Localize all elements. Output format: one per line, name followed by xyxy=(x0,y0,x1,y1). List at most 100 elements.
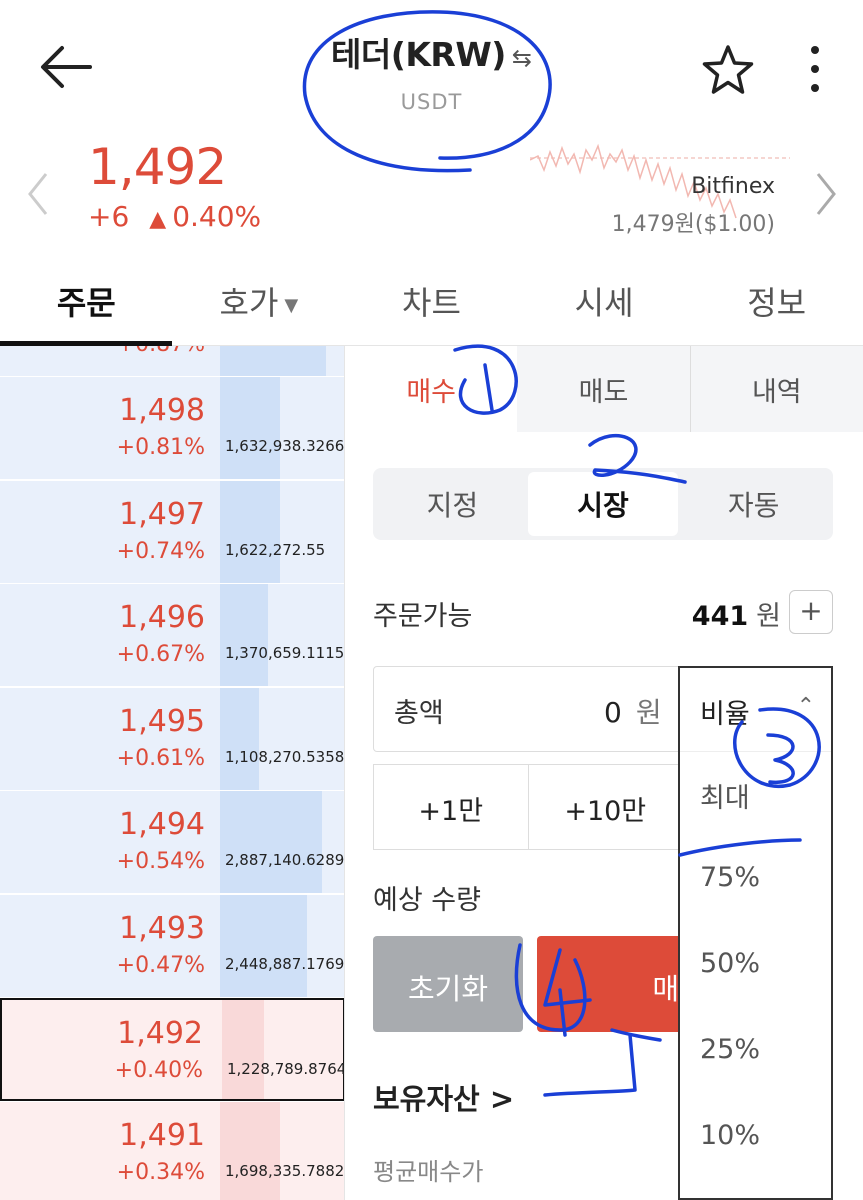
row-volume: 1,228,789.8764 xyxy=(227,1060,345,1078)
volume-bar xyxy=(220,1101,280,1200)
volume-bar xyxy=(222,1000,264,1099)
orderbook-row-current[interactable]: 1,492 +0.40% 1,228,789.8764 xyxy=(0,998,345,1101)
row-pct: +0.67% xyxy=(116,642,205,667)
row-volume: 2,448,887.1769 xyxy=(225,954,345,973)
order-side-tabs: 매수 매도 내역 xyxy=(345,346,863,432)
row-price: 1,491 xyxy=(119,1117,205,1153)
tab-orderbook[interactable]: 호가 ▼ xyxy=(173,258,346,345)
page-title: 테더(KRW) xyxy=(331,35,506,74)
row-price: 1,493 xyxy=(119,910,205,946)
add-10k-button[interactable]: +1만 xyxy=(374,765,528,849)
tab-history[interactable]: 내역 xyxy=(689,346,863,432)
holdings-link[interactable]: 보유자산 > xyxy=(373,1076,514,1118)
avg-buy-price-label: 평균매수가 xyxy=(373,1158,484,1186)
volume-bar xyxy=(220,687,259,790)
volume-bar xyxy=(220,480,280,583)
orderbook-row[interactable]: 1,494 +0.54% 2,887,140.6289 xyxy=(0,791,344,894)
row-pct: +0.81% xyxy=(116,435,205,460)
total-amount: 0원 xyxy=(604,691,662,731)
volume-bar xyxy=(220,791,322,893)
row-volume: 1,108,270.5358 xyxy=(225,747,345,766)
orderbook-row[interactable]: 1,497 +0.74% 1,622,272.55 xyxy=(0,480,344,584)
ratio-option-75[interactable]: 75% xyxy=(680,838,831,924)
caret-down-icon: ▼ xyxy=(284,294,299,316)
exchange-price: 1,479원($1.00) xyxy=(611,212,775,237)
row-volume: 1,632,938.3266 xyxy=(225,437,345,455)
orderbook-row[interactable]: 1,498 +0.81% 1,632,938.3266 xyxy=(0,377,345,480)
reset-button[interactable]: 초기화 xyxy=(373,936,523,1032)
tab-label: 호가 xyxy=(219,284,279,322)
ratio-dropdown[interactable]: 비율 ⌃ 최대 75% 50% 25% 10% xyxy=(678,666,833,1200)
quick-amount-buttons: +1만 +10만 xyxy=(373,764,683,850)
volume-bar xyxy=(220,377,280,479)
orderbook-row[interactable]: 1,496 +0.67% 1,370,659.1115 xyxy=(0,584,345,687)
tab-order[interactable]: 주문 xyxy=(0,258,173,346)
deposit-plus-button[interactable]: + xyxy=(789,590,833,634)
row-volume: 1,622,272.55 xyxy=(225,540,326,559)
type-limit[interactable]: 지정 xyxy=(377,472,528,536)
price-change: +6 ▲ 0.40% xyxy=(88,200,261,233)
available-amount: 441 원 xyxy=(692,594,781,633)
row-pct: +0.54% xyxy=(116,849,205,874)
orderbook-row[interactable]: 1,491 +0.34% 1,698,335.7882 xyxy=(0,1101,345,1200)
main-tabs: 주문 호가 ▼ 차트 시세 정보 xyxy=(0,258,863,346)
available-unit: 원 xyxy=(756,601,781,632)
tab-chart[interactable]: 차트 xyxy=(345,258,518,345)
ratio-option-50[interactable]: 50% xyxy=(680,924,831,1010)
row-price: 1,495 xyxy=(119,703,205,739)
orderbook-row-partial[interactable]: +0.87% xyxy=(0,346,344,377)
current-price: 1,492 xyxy=(88,138,227,196)
more-vertical-icon[interactable] xyxy=(800,44,830,94)
chevron-left-icon[interactable] xyxy=(24,170,52,218)
tab-market[interactable]: 시세 xyxy=(518,258,691,345)
order-panel: 매수 매도 내역 지정 시장 자동 주문가능 441 원 + 총액 0원 +1만 … xyxy=(345,346,863,1200)
row-price: 1,498 xyxy=(119,393,205,428)
row-volume: 1,698,335.7882 xyxy=(225,1161,345,1180)
volume-bar xyxy=(220,894,307,997)
star-icon[interactable] xyxy=(700,42,756,98)
type-market[interactable]: 시장 xyxy=(527,472,679,536)
tab-label: 정보 xyxy=(747,284,807,322)
ratio-label: 비율 xyxy=(700,699,750,730)
buy-button[interactable]: 매 xyxy=(537,936,697,1032)
app-header: 테더(KRW) ⇆ USDT xyxy=(0,0,863,135)
chevron-right-icon[interactable] xyxy=(812,170,840,218)
tab-label: 차트 xyxy=(402,284,461,322)
ratio-dropdown-header[interactable]: 비율 ⌃ xyxy=(680,668,831,752)
volume-bar xyxy=(220,584,268,686)
orderbook-row[interactable]: 1,495 +0.61% 1,108,270.5358 xyxy=(0,687,345,791)
tab-label: 주문 xyxy=(56,284,116,322)
chevron-up-icon: ⌃ xyxy=(796,694,815,719)
row-price: 1,492 xyxy=(117,1016,203,1051)
orderbook-row[interactable]: 1,493 +0.47% 2,448,887.1769 xyxy=(0,894,345,998)
tab-info[interactable]: 정보 xyxy=(690,258,863,345)
swap-icon[interactable]: ⇆ xyxy=(512,44,532,72)
tab-label: 시세 xyxy=(574,284,634,322)
row-pct: +0.47% xyxy=(116,952,205,978)
orderbook[interactable]: +0.87% 1,498 +0.81% 1,632,938.3266 1,497 +0.… xyxy=(0,346,345,1200)
estimated-quantity-label: 예상 수량 xyxy=(373,885,481,916)
up-triangle-icon: ▲ xyxy=(149,207,167,232)
row-pct: +0.61% xyxy=(116,745,205,771)
exchange-name: Bitfinex xyxy=(691,174,775,199)
total-label: 총액 xyxy=(394,698,444,729)
row-pct: +0.87% xyxy=(117,346,205,357)
tab-buy[interactable]: 매수 xyxy=(345,346,518,432)
row-price: 1,497 xyxy=(119,496,205,532)
available-value: 441 xyxy=(691,601,749,632)
ratio-option-25[interactable]: 25% xyxy=(680,1010,831,1096)
ratio-option-10[interactable]: 10% xyxy=(680,1096,831,1182)
tab-sell[interactable]: 매도 xyxy=(517,346,690,432)
row-pct: +0.40% xyxy=(114,1058,203,1083)
row-volume: 1,370,659.1115 xyxy=(225,644,345,662)
available-label: 주문가능 xyxy=(373,601,473,632)
add-100k-button[interactable]: +10만 xyxy=(527,765,683,849)
volume-bar xyxy=(220,346,326,376)
change-abs: +6 xyxy=(88,200,130,233)
total-value: 0 xyxy=(604,696,622,729)
ratio-option-max[interactable]: 최대 xyxy=(680,752,831,838)
row-price: 1,494 xyxy=(119,807,205,842)
change-pct: 0.40% xyxy=(172,200,262,233)
total-unit: 원 xyxy=(635,696,662,729)
type-auto[interactable]: 자동 xyxy=(678,472,829,536)
